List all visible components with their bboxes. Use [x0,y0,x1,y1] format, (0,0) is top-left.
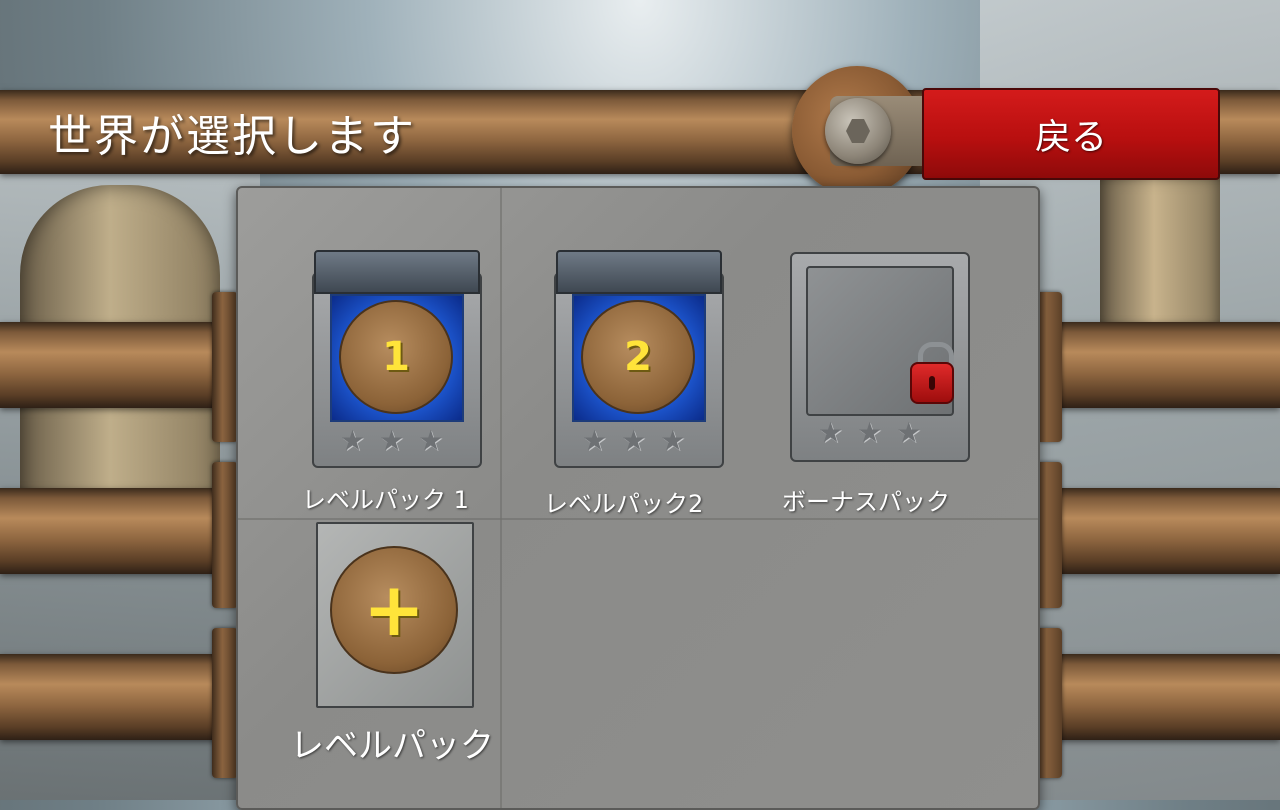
star-icon: ★ [582,424,608,457]
pack-label: ボーナスパック [782,488,950,516]
left-pipe-3 [0,654,236,740]
pack-disc: + [330,546,458,674]
plus-icon: + [362,567,425,653]
panel-seam [500,188,502,808]
star-icon: ★ [857,416,883,449]
pack-disc: 2 [581,300,695,414]
star-icon: ★ [660,424,686,457]
left-flange-1 [212,292,238,442]
pack-number: 1 [382,334,410,380]
star-icon: ★ [818,416,844,449]
pack-label: レベルパック 1 [302,486,469,514]
pack-label: レベルパック [290,726,494,766]
page-title: 世界が選択します [48,111,416,162]
left-pipe-1 [0,322,236,408]
level-pack-2[interactable]: 2 ★ ★ ★ [554,244,724,474]
star-icon: ★ [379,424,405,457]
bonus-pack[interactable]: ★ ★ ★ [790,252,970,466]
padlock-icon [910,362,954,404]
left-flange-2 [212,462,238,608]
pack-disc: 1 [339,300,453,414]
pack-stars: ★ ★ ★ [818,416,921,449]
open-lid [314,250,480,294]
pack-label: レベルパック2 [544,490,704,518]
right-tank [1100,175,1220,335]
left-flange-3 [212,628,238,778]
right-pipe-1 [1036,322,1280,408]
level-pack-1[interactable]: 1 ★ ★ ★ [312,244,482,474]
star-icon: ★ [621,424,647,457]
pack-stars: ★ ★ ★ [340,424,443,457]
pack-stars: ★ ★ ★ [582,424,685,457]
star-icon: ★ [340,424,366,457]
custom-level-pack[interactable]: + [316,522,474,708]
right-pipe-3 [1036,654,1280,740]
right-pipe-2 [1036,488,1280,574]
keyhole-icon [929,376,935,390]
pack-number: 2 [624,334,652,380]
star-icon: ★ [896,416,922,449]
star-icon: ★ [418,424,444,457]
open-lid [556,250,722,294]
back-button[interactable]: 戻る [922,88,1220,180]
left-pipe-2 [0,488,236,574]
